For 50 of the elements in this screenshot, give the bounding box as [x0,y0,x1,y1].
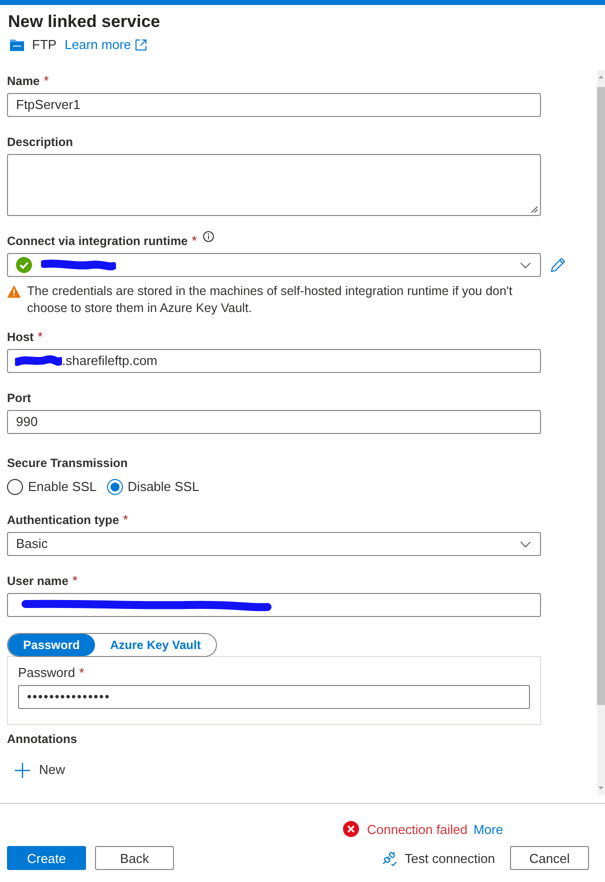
port-field[interactable]: 990 [7,410,541,434]
panel-title: New linked service [8,11,162,33]
description-label: Description [7,134,74,150]
description-field[interactable] [7,154,541,216]
service-type-label: FTP [32,37,57,53]
warning-message: The credentials are stored in the machines of self-hosted integration runtime if you don't choose to store them in Azure Key Vault. [27,283,514,317]
user-name-field[interactable] [7,593,541,617]
resize-grip-icon[interactable] [531,206,538,213]
radio-option[interactable]: Enable SSL [7,479,97,495]
back-button[interactable]: Back [95,846,174,870]
chevron-down-icon [520,262,531,268]
required-marker: * [123,512,128,528]
scroll-up-icon[interactable] [597,74,605,80]
password-label: Password [18,665,76,681]
scroll-down-icon[interactable] [597,785,605,791]
info-icon[interactable] [202,231,214,242]
toggle-tab[interactable]: Azure Key Vault [95,634,216,656]
secure-transmission-label: Secure Transmission [7,455,128,471]
pencil-icon[interactable] [550,257,566,273]
annotations-label: Annotations [7,731,77,747]
required-marker: * [44,73,49,89]
plus-icon [15,762,30,778]
learn-more-link[interactable]: Learn more [64,37,148,53]
warning-icon [7,285,21,298]
name-field[interactable]: FtpServer1 [7,93,541,117]
name-label: Name [7,73,40,89]
chevron-down-icon [520,540,531,548]
cancel-button[interactable]: Cancel [510,846,589,870]
required-marker: * [79,665,84,681]
host-label: Host [7,329,34,345]
host-field[interactable]: .sharefileftp.com [7,349,541,373]
test-connection-button[interactable]: Test connection [380,846,495,870]
connection-status-message: Connection failed [367,822,468,836]
required-marker: * [72,573,78,589]
authentication-type-dropdown[interactable]: Basic [7,532,541,556]
required-marker: * [38,329,43,345]
add-annotation-button[interactable]: New [15,762,66,778]
radio-option[interactable]: Disable SSL [106,479,200,495]
integration-runtime-dropdown[interactable] [7,253,541,277]
user-name-label: User name [7,573,68,589]
integration-runtime-label: Connect via integration runtime [7,233,188,249]
create-button[interactable]: Create [7,846,86,870]
password-field[interactable]: ••••••••••••••• [18,685,530,709]
more-link[interactable]: More [473,822,504,836]
toggle-tab[interactable]: Password [8,634,95,656]
folder-icon [10,39,24,51]
authentication-type-label: Authentication type [7,512,120,528]
required-marker: * [192,233,197,249]
external-link-icon [135,39,148,51]
port-label: Port [7,390,31,406]
